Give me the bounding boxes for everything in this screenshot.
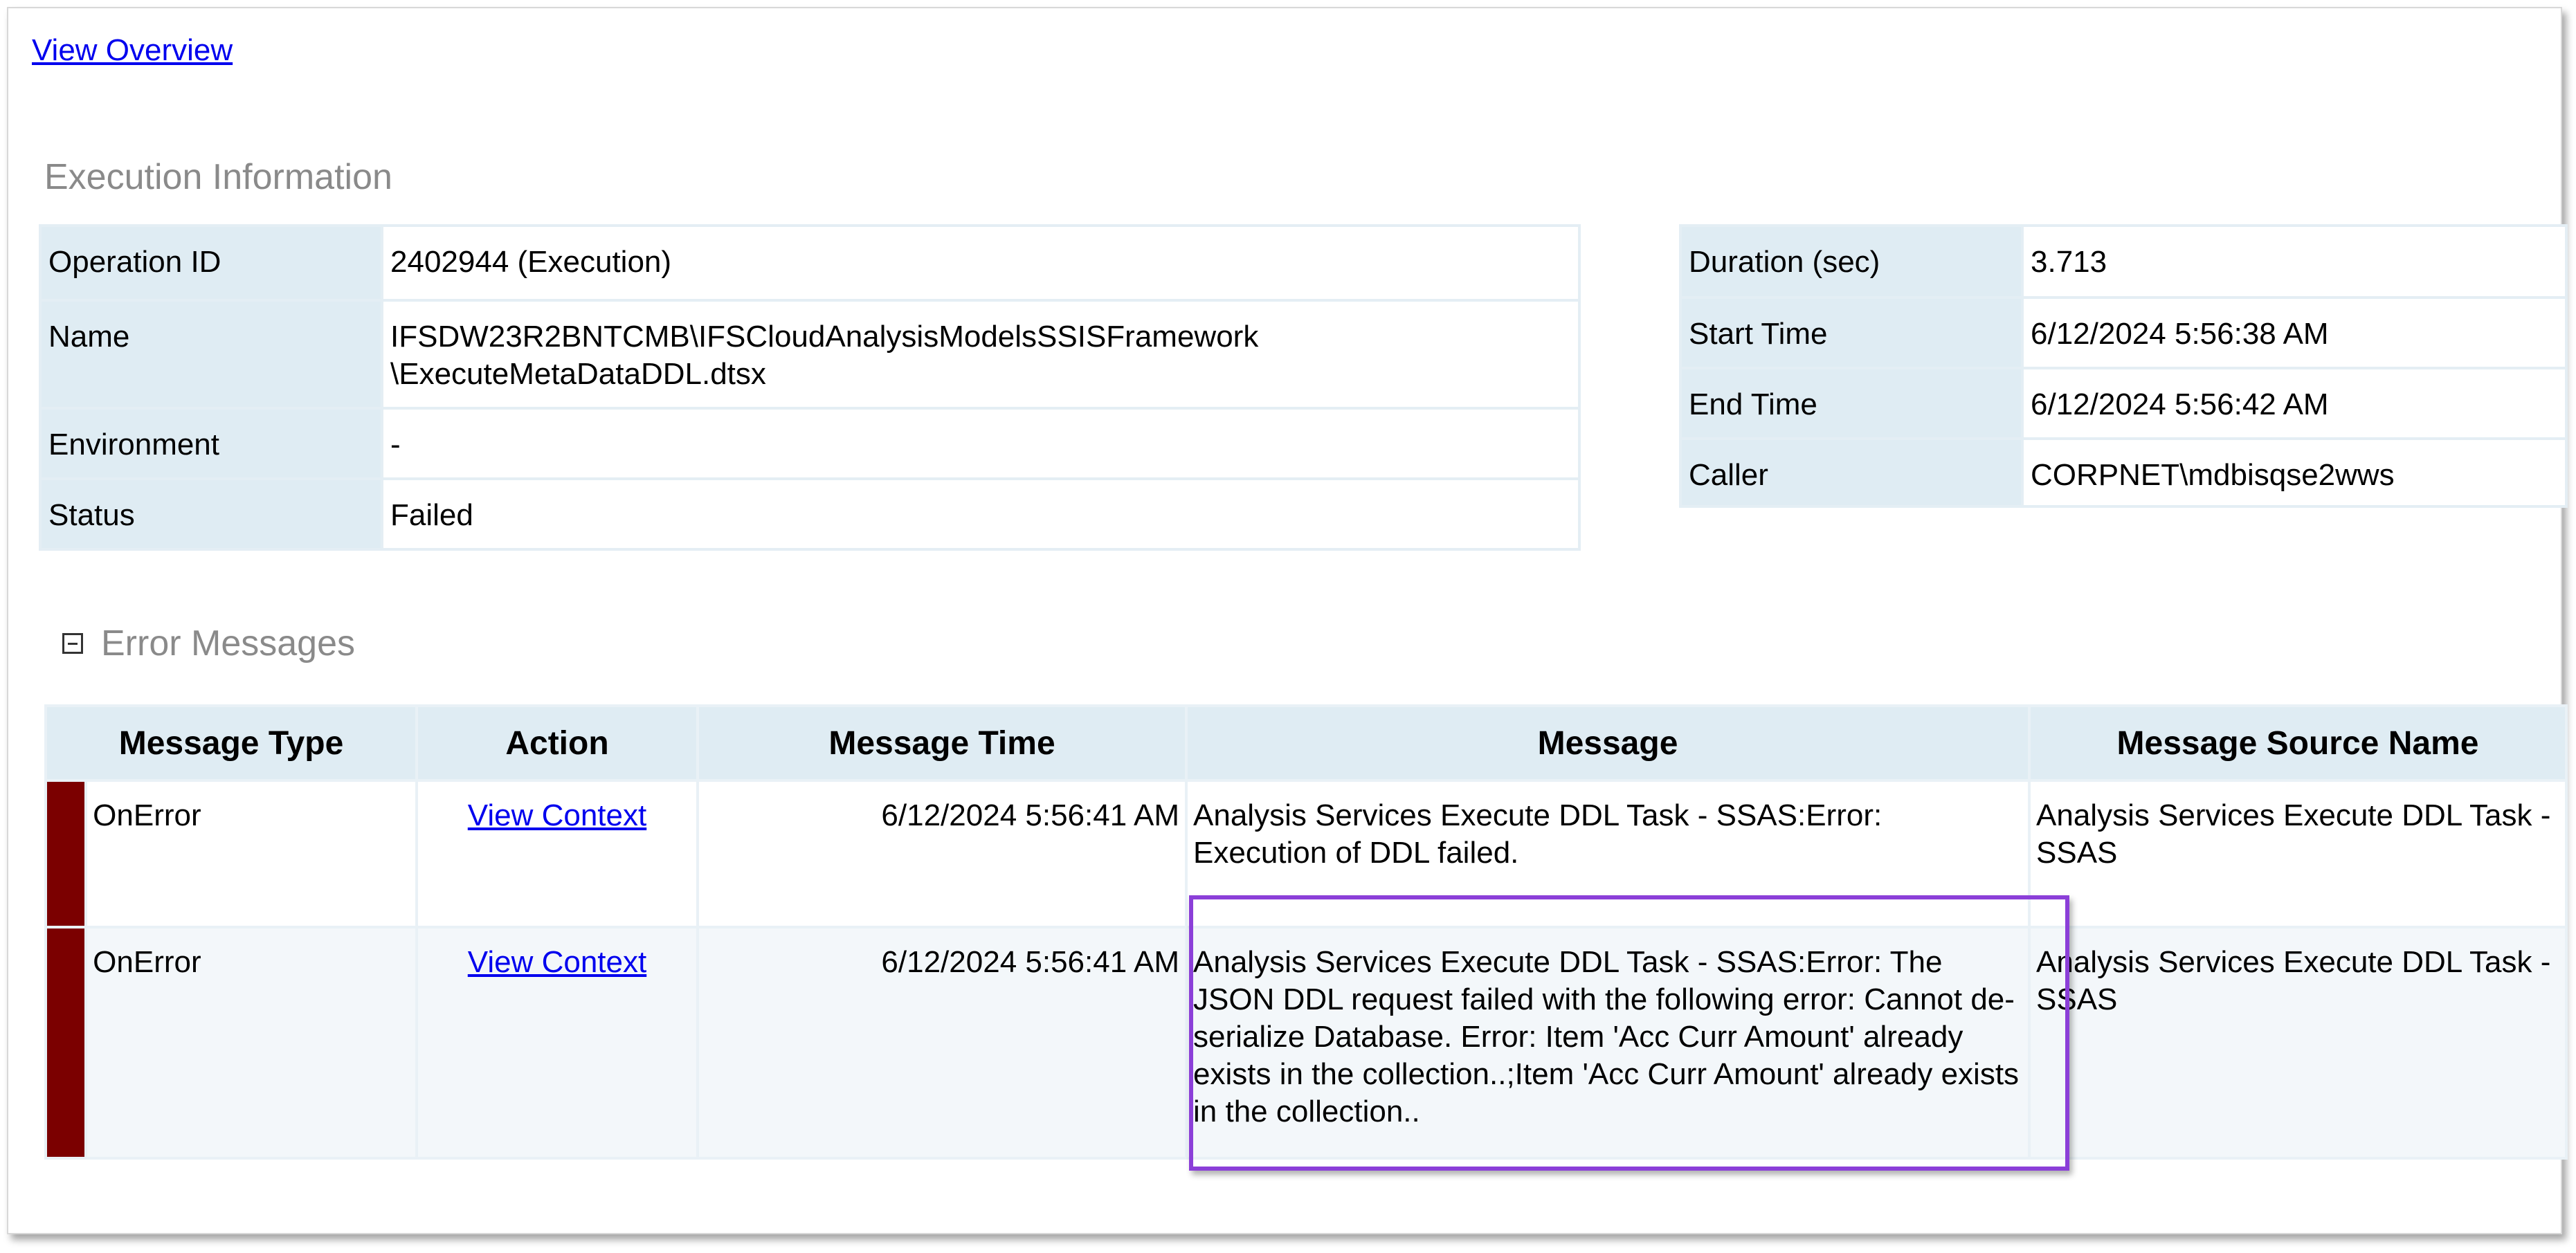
column-header-message-time[interactable]: Message Time — [696, 704, 1188, 782]
cell-message-time: 6/12/2024 5:56:41 AM — [696, 926, 1188, 1160]
cell-message-type: OnError — [84, 926, 418, 1160]
view-context-link[interactable]: View Context — [468, 945, 646, 979]
execution-info-right-table: Duration (sec) 3.713 Start Time 6/12/202… — [1679, 224, 2568, 508]
label-name: Name — [39, 299, 383, 410]
report-panel: View Overview Execution Information Oper… — [7, 7, 2568, 1234]
column-header-message[interactable]: Message — [1185, 704, 2031, 782]
label-caller: Caller — [1679, 437, 2024, 508]
value-caller: CORPNET\mdbisqse2wws — [2021, 437, 2568, 508]
label-environment: Environment — [39, 407, 383, 480]
value-status: Failed — [381, 477, 1581, 551]
error-messages-header: Error Messages — [62, 623, 355, 664]
cell-message: Analysis Services Execute DDL Task - SSA… — [1185, 926, 2031, 1160]
view-context-link[interactable]: View Context — [468, 798, 646, 832]
column-header-action[interactable]: Action — [415, 704, 699, 782]
table-header-row: Message Type Action Message Time Message… — [44, 704, 2568, 782]
column-header-message-type[interactable]: Message Type — [44, 704, 418, 782]
label-status: Status — [39, 477, 383, 551]
error-row-marker — [44, 779, 88, 929]
label-end-time: End Time — [1679, 367, 2024, 440]
cell-message-type: OnError — [84, 779, 418, 929]
execution-info-left-table: Operation ID 2402944 (Execution) Name IF… — [39, 224, 1581, 551]
column-header-message-source-name[interactable]: Message Source Name — [2028, 704, 2568, 782]
error-messages-title: Error Messages — [101, 623, 355, 664]
label-duration: Duration (sec) — [1679, 224, 2024, 299]
cell-action: View Context — [415, 779, 699, 929]
table-row: OnError View Context 6/12/2024 5:56:41 A… — [44, 779, 2568, 929]
table-row: OnError View Context 6/12/2024 5:56:41 A… — [44, 926, 2568, 1160]
value-name: IFSDW23R2BNTCMB\IFSCloudAnalysisModelsSS… — [381, 299, 1581, 410]
cell-message-source-name: Analysis Services Execute DDL Task - SSA… — [2028, 779, 2568, 929]
value-start-time: 6/12/2024 5:56:38 AM — [2021, 296, 2568, 369]
execution-information-title: Execution Information — [44, 157, 392, 197]
label-start-time: Start Time — [1679, 296, 2024, 369]
label-operation-id: Operation ID — [39, 224, 383, 302]
value-operation-id: 2402944 (Execution) — [381, 224, 1581, 302]
error-messages-table: Message Type Action Message Time Message… — [44, 704, 2568, 1160]
cell-action: View Context — [415, 926, 699, 1160]
value-environment: - — [381, 407, 1581, 480]
cell-message-time: 6/12/2024 5:56:41 AM — [696, 779, 1188, 929]
cell-message-source-name: Analysis Services Execute DDL Task - SSA… — [2028, 926, 2568, 1160]
error-row-marker — [44, 926, 88, 1160]
view-overview-link[interactable]: View Overview — [32, 33, 233, 68]
collapse-icon[interactable] — [62, 633, 83, 654]
value-end-time: 6/12/2024 5:56:42 AM — [2021, 367, 2568, 440]
value-duration: 3.713 — [2021, 224, 2568, 299]
cell-message: Analysis Services Execute DDL Task - SSA… — [1185, 779, 2031, 929]
